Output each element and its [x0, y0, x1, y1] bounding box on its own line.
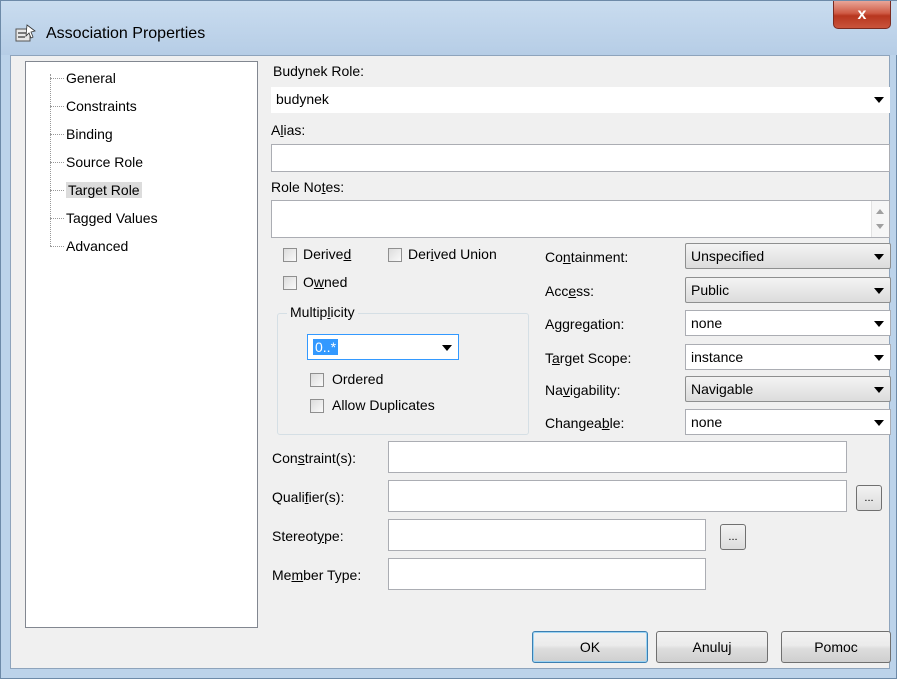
window-title: Association Properties	[46, 25, 206, 42]
scroll-up-icon[interactable]	[876, 209, 884, 214]
qualifiers-label: Qualifier(s):	[272, 489, 345, 505]
properties-icon	[15, 24, 36, 42]
ordered-label: Ordered	[332, 371, 384, 387]
changeable-dropdown[interactable]: none	[685, 409, 891, 435]
derived-union-label: Derived Union	[408, 246, 497, 262]
multiplicity-title: Multiplicity	[287, 304, 358, 320]
multiplicity-value: 0..*	[313, 339, 339, 355]
owned-checkbox[interactable]	[283, 276, 297, 290]
role-value: budynek	[276, 91, 329, 107]
chevron-down-icon	[874, 321, 884, 327]
chevron-down-icon	[874, 254, 884, 260]
chevron-down-icon	[874, 387, 884, 393]
multiplicity-dropdown[interactable]: 0..*	[307, 334, 459, 360]
close-icon: x	[857, 5, 867, 23]
alias-label: Alias:	[271, 122, 306, 138]
category-tree[interactable]: General Constraints Binding Source Role …	[25, 61, 258, 628]
member-type-label: Member Type:	[272, 567, 362, 583]
changeable-label: Changeable:	[545, 415, 625, 431]
access-label: Access:	[545, 283, 595, 299]
stereotype-browse-button[interactable]: ...	[720, 524, 746, 550]
chevron-down-icon	[874, 97, 884, 103]
derived-label: Derived	[303, 246, 352, 262]
alias-input[interactable]	[271, 144, 890, 172]
member-type-input[interactable]	[388, 558, 706, 590]
derived-checkbox[interactable]	[283, 248, 297, 262]
tree-item-general[interactable]: General	[50, 67, 116, 89]
tree-item-constraints[interactable]: Constraints	[50, 95, 137, 117]
role-label: Budynek Role:	[273, 63, 365, 79]
chevron-down-icon	[442, 345, 452, 351]
chevron-down-icon	[874, 420, 884, 426]
help-button[interactable]: Pomoc	[781, 631, 891, 663]
association-properties-window: Association Properties x General Constra…	[0, 0, 897, 679]
qualifiers-input[interactable]	[388, 480, 847, 512]
tree-item-tagged-values[interactable]: Tagged Values	[50, 207, 158, 229]
scroll-down-icon[interactable]	[876, 224, 884, 229]
constraints-input[interactable]	[388, 441, 847, 473]
owned-label: Owned	[303, 274, 348, 290]
allow-duplicates-label: Allow Duplicates	[332, 397, 435, 413]
target-scope-dropdown[interactable]: instance	[685, 344, 891, 370]
qualifiers-browse-button[interactable]: ...	[856, 485, 882, 511]
role-notes-label: Role Notes:	[271, 179, 345, 195]
tree-item-source-role[interactable]: Source Role	[50, 151, 143, 173]
containment-dropdown[interactable]: Unspecified	[685, 243, 891, 269]
navigability-dropdown[interactable]: Navigable	[685, 376, 891, 402]
chevron-down-icon	[874, 355, 884, 361]
role-dropdown[interactable]: budynek	[271, 87, 890, 113]
aggregation-dropdown[interactable]: none	[685, 310, 891, 336]
tree-item-advanced[interactable]: Advanced	[50, 235, 128, 257]
cancel-button[interactable]: Anuluj	[656, 631, 768, 663]
access-dropdown[interactable]: Public	[685, 277, 891, 303]
constraints-label: Constraint(s):	[272, 450, 357, 466]
stereotype-input[interactable]	[388, 519, 706, 551]
stereotype-label: Stereotype:	[272, 528, 344, 544]
ordered-checkbox[interactable]	[310, 373, 324, 387]
dialog-body: General Constraints Binding Source Role …	[10, 55, 891, 669]
allow-duplicates-checkbox[interactable]	[310, 399, 324, 413]
target-role-panel: Budynek Role: budynek Alias: Role Notes:…	[261, 61, 891, 628]
aggregation-label: Aggregation:	[545, 316, 625, 332]
target-scope-label: Target Scope:	[545, 350, 632, 366]
tree-item-binding[interactable]: Binding	[50, 123, 113, 145]
role-notes-input[interactable]	[271, 200, 890, 238]
ok-button[interactable]: OK	[532, 631, 648, 663]
chevron-down-icon	[874, 288, 884, 294]
derived-union-checkbox[interactable]	[388, 248, 402, 262]
notes-scrollbar[interactable]	[871, 201, 889, 237]
tree-item-target-role[interactable]: Target Role	[50, 179, 142, 201]
title-bar[interactable]: Association Properties x	[1, 1, 897, 55]
close-button[interactable]: x	[833, 1, 891, 29]
containment-label: Containment:	[545, 249, 629, 265]
navigability-label: Navigability:	[545, 382, 621, 398]
